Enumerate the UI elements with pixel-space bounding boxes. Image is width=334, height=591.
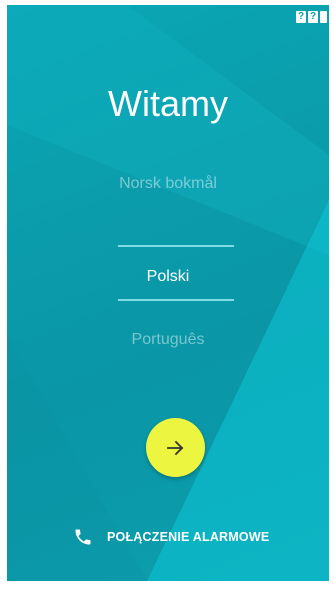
- picker-divider-top: [118, 245, 234, 247]
- language-option-selected[interactable]: Polski: [7, 268, 329, 286]
- sim1-signal-icon: ?: [296, 11, 306, 23]
- arrow-right-icon: [166, 440, 183, 455]
- phone-icon: [75, 529, 91, 545]
- welcome-title: Witamy: [108, 83, 228, 124]
- picker-divider-bottom: [118, 299, 234, 301]
- emergency-call-label: POŁĄCZENIE ALARMOWE: [107, 530, 270, 544]
- next-button[interactable]: [146, 418, 205, 477]
- battery-icon: [320, 11, 327, 23]
- status-bar: ? ?: [296, 9, 327, 25]
- language-option-next[interactable]: Português: [7, 331, 329, 349]
- setup-wizard-screen: ? ? Witamy Norsk bokmål Polski Português…: [7, 5, 329, 581]
- emergency-call-button[interactable]: POŁĄCZENIE ALARMOWE: [73, 526, 269, 548]
- language-option-previous[interactable]: Norsk bokmål: [7, 175, 329, 193]
- sim2-signal-icon: ?: [308, 11, 318, 23]
